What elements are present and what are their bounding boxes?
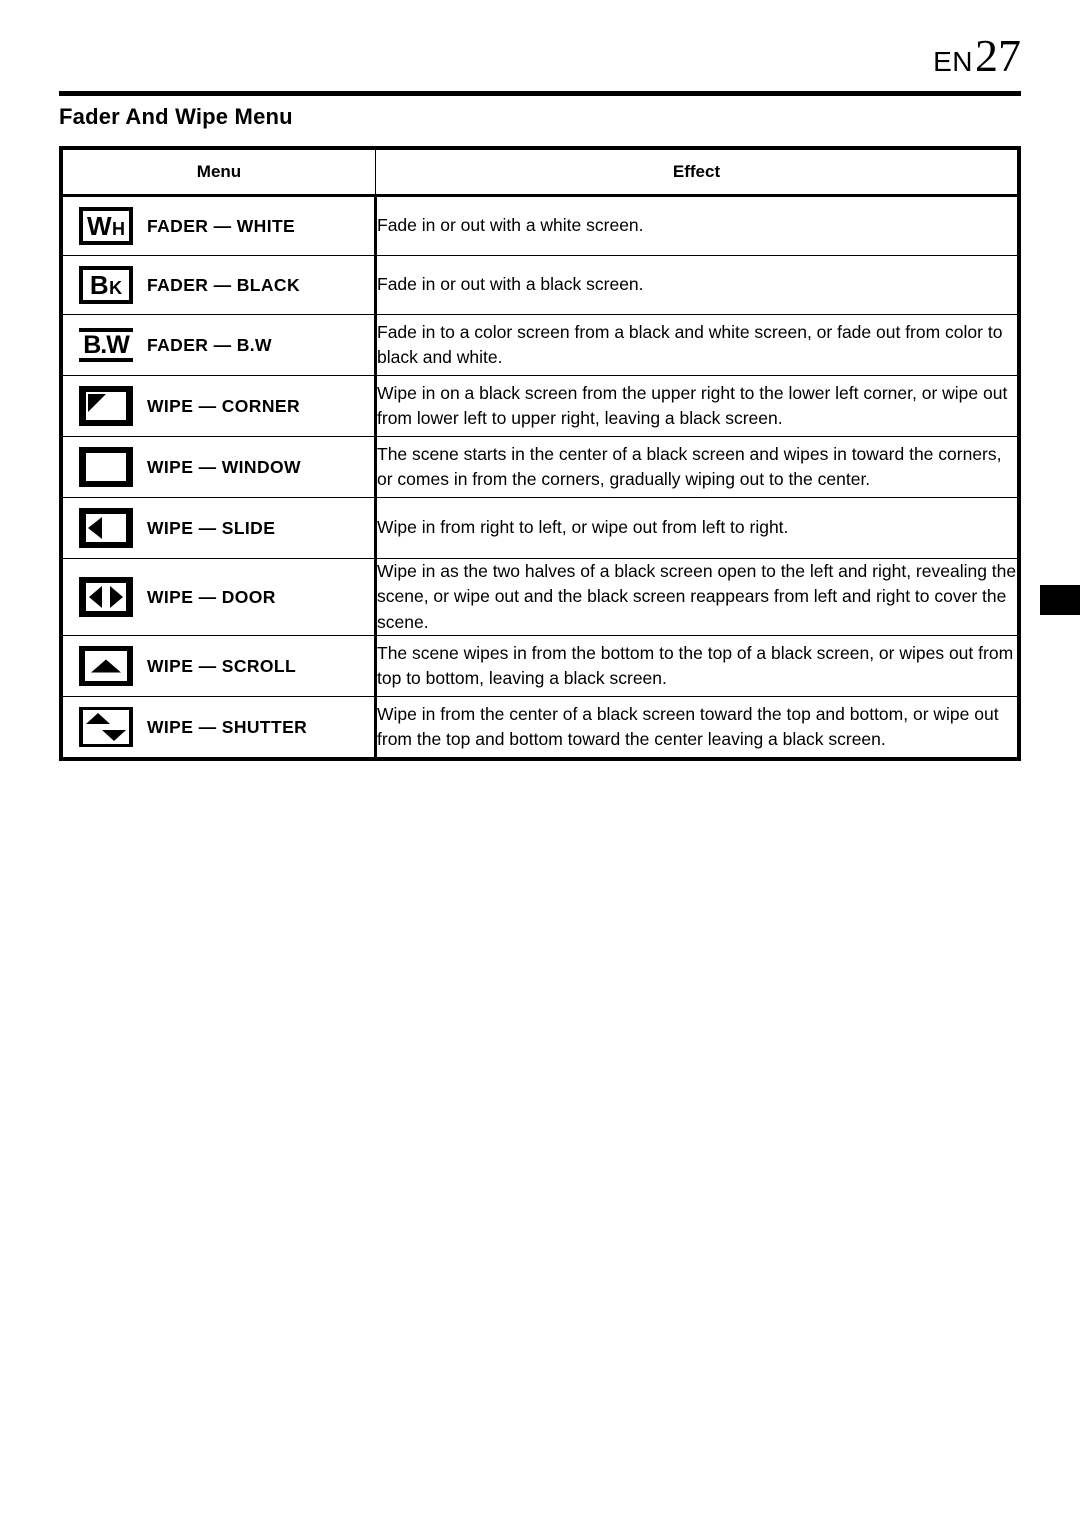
edge-tab-marker	[1040, 585, 1080, 615]
effect-cell: Fade in or out with a black screen.	[375, 255, 1018, 315]
table-row: WIPE — WINDOW The scene starts in the ce…	[62, 436, 1018, 498]
page-number: 27	[975, 30, 1021, 81]
wipe-shutter-screen	[83, 710, 129, 745]
wipe-scroll-icon	[79, 646, 133, 687]
bw-icon-bottom-bar	[79, 358, 133, 363]
left-triangle-icon	[89, 586, 102, 609]
effect-cell: Wipe in from the center of a black scree…	[375, 696, 1018, 759]
menu-cell: WIPE — CORNER	[62, 375, 377, 437]
menu-label: WIPE — WINDOW	[147, 456, 301, 477]
header-rule	[59, 91, 1021, 96]
menu-label: FADER — BLACK	[147, 274, 300, 295]
corner-triangle-icon	[88, 394, 106, 412]
wipe-scroll-screen	[85, 651, 127, 682]
menu-label: FADER — WHITE	[147, 215, 296, 236]
wipe-window-icon	[79, 447, 133, 487]
bk-letterbox-icon: BK	[79, 266, 133, 304]
bw-icon-text: B.W	[83, 330, 130, 359]
menu-cell: B.W FADER — B.W	[62, 314, 377, 376]
menu-cell: WIPE — SCROLL	[62, 635, 377, 698]
table-header-row: Menu Effect	[62, 149, 1018, 197]
effect-cell: The scene starts in the center of a blac…	[375, 436, 1018, 498]
wh-icon-primary-letter: W	[86, 211, 112, 241]
page-locator: EN 27	[933, 30, 1021, 81]
menu-label: WIPE — SLIDE	[147, 517, 276, 538]
table-row: WIPE — SCROLL The scene wipes in from th…	[62, 635, 1018, 698]
wipe-door-screen	[86, 583, 126, 612]
page-header: EN 27	[59, 30, 1021, 96]
wipe-slide-screen	[86, 514, 126, 542]
effect-cell: Fade in to a color screen from a black a…	[375, 314, 1018, 376]
table-row: WIPE — DOOR Wipe in as the two halves of…	[62, 557, 1018, 637]
wipe-corner-icon	[79, 386, 133, 426]
table-row: WH FADER — WHITE Fade in or out with a w…	[62, 195, 1018, 256]
wipe-corner-screen	[86, 392, 126, 420]
wipe-window-screen	[86, 453, 126, 481]
wipe-shutter-icon	[79, 707, 133, 748]
column-header-menu: Menu	[62, 149, 376, 197]
menu-label: WIPE — SHUTTER	[147, 716, 308, 737]
wh-icon-secondary-letter: H	[112, 219, 126, 239]
up-triangle-icon	[91, 659, 121, 673]
menu-label: FADER — B.W	[147, 334, 272, 355]
language-code: EN	[933, 46, 973, 77]
column-header-effect: Effect	[375, 149, 1018, 197]
effect-cell: Wipe in on a black screen from the upper…	[375, 375, 1018, 437]
effect-cell: Wipe in from right to left, or wipe out …	[375, 497, 1018, 559]
table-row: WIPE — SHUTTER Wipe in from the center o…	[62, 696, 1018, 759]
wipe-slide-icon	[79, 508, 133, 548]
table-row: B.W FADER — B.W Fade in to a color scree…	[62, 314, 1018, 376]
up-triangle-icon	[86, 713, 110, 725]
right-triangle-icon	[110, 586, 123, 609]
menu-cell: WIPE — WINDOW	[62, 436, 377, 498]
menu-cell: WH FADER — WHITE	[62, 195, 377, 256]
bk-icon-secondary-letter: K	[109, 278, 123, 298]
effect-cell: Fade in or out with a white screen.	[375, 195, 1018, 256]
effect-cell: The scene wipes in from the bottom to th…	[375, 635, 1018, 698]
menu-label: WIPE — SCROLL	[147, 655, 297, 676]
fader-wipe-menu-table: Menu Effect WH FADER — WHITE Fade in or …	[59, 146, 1021, 762]
menu-label: WIPE — CORNER	[147, 395, 300, 416]
table-row: WIPE — SLIDE Wipe in from right to left,…	[62, 497, 1018, 559]
bw-barred-icon: B.W	[79, 325, 133, 365]
bk-icon-primary-letter: B	[89, 270, 109, 300]
wh-letterbox-icon: WH	[79, 207, 133, 245]
menu-cell: WIPE — SHUTTER	[62, 696, 377, 759]
menu-label: WIPE — DOOR	[147, 586, 276, 607]
table-row: WIPE — CORNER Wipe in on a black screen …	[62, 375, 1018, 437]
table-row: BK FADER — BLACK Fade in or out with a b…	[62, 255, 1018, 315]
left-triangle-icon	[88, 517, 102, 539]
effect-cell: Wipe in as the two halves of a black scr…	[375, 557, 1018, 637]
wipe-door-icon	[79, 577, 133, 618]
page-title: Fader And Wipe Menu	[59, 104, 293, 129]
down-triangle-icon	[102, 730, 126, 742]
menu-cell: BK FADER — BLACK	[62, 255, 377, 315]
menu-cell: WIPE — DOOR	[62, 557, 377, 637]
menu-cell: WIPE — SLIDE	[62, 497, 377, 559]
